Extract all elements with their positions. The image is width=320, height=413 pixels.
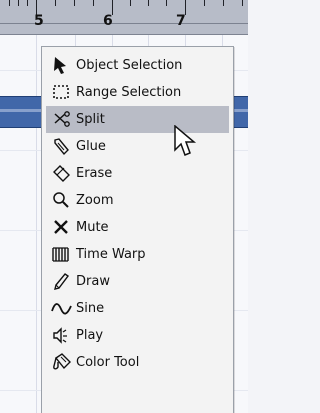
magnifier-icon	[51, 191, 72, 210]
menu-item-glue[interactable]: Glue	[46, 133, 229, 160]
menu-item-label: Mute	[76, 220, 109, 235]
ruler-minor-tick	[93, 0, 94, 6]
menu-item-label: Glue	[76, 139, 106, 154]
ruler-minor-tick	[130, 0, 131, 6]
time-warp-icon	[51, 245, 72, 264]
menu-item-time-warp[interactable]: Time Warp	[46, 241, 229, 268]
glue-tube-icon	[51, 137, 72, 156]
menu-item-object-selection[interactable]: Object Selection	[46, 52, 229, 79]
menu-item-label: Range Selection	[76, 85, 182, 100]
menu-item-zoom[interactable]: Zoom	[46, 187, 229, 214]
ruler-bar-label: 6	[103, 13, 113, 29]
x-mark-icon	[51, 218, 72, 237]
arrow-pointer-icon	[51, 56, 72, 75]
menu-item-label: Sine	[76, 301, 105, 316]
menu-item-erase[interactable]: Erase	[46, 160, 229, 187]
arrange-window: 5 6 7 Object Selection Range Selection S…	[0, 0, 248, 413]
ruler-minor-tick	[74, 0, 75, 6]
pencil-icon	[51, 272, 72, 291]
menu-item-label: Time Warp	[76, 247, 146, 262]
menu-item-label: Zoom	[76, 193, 114, 208]
range-selection-icon	[51, 83, 72, 102]
menu-item-split[interactable]: Split	[46, 106, 229, 133]
menu-item-label: Play	[76, 328, 104, 343]
ruler-bar-label: 7	[176, 13, 186, 29]
mouse-cursor	[173, 125, 197, 157]
menu-item-mute[interactable]: Mute	[46, 214, 229, 241]
sine-wave-icon	[51, 299, 72, 318]
ruler-minor-tick	[18, 0, 19, 6]
menu-item-label: Draw	[76, 274, 110, 289]
ruler-minor-tick	[242, 0, 243, 6]
ruler-minor-tick	[148, 0, 149, 6]
timeline-grid-line	[36, 35, 37, 413]
menu-item-label: Split	[76, 112, 105, 127]
ruler-minor-tick	[204, 0, 205, 6]
ruler-minor-tick	[223, 0, 224, 6]
ruler-bar-label: 5	[34, 13, 44, 29]
speaker-icon	[51, 326, 72, 345]
paint-bucket-icon	[51, 353, 72, 372]
eraser-icon	[51, 164, 72, 183]
menu-item-draw[interactable]: Draw	[46, 268, 229, 295]
scissors-icon	[51, 110, 72, 129]
ruler-minor-tick	[27, 0, 28, 6]
menu-item-sine[interactable]: Sine	[46, 295, 229, 322]
ruler-minor-tick	[9, 0, 10, 6]
menu-item-color-tool[interactable]: Color Tool	[46, 349, 229, 376]
menu-item-label: Color Tool	[76, 355, 140, 370]
tool-context-menu: Object Selection Range Selection Split G…	[41, 46, 234, 413]
ruler-minor-tick	[55, 0, 56, 6]
timeline-ruler[interactable]: 5 6 7	[0, 0, 248, 35]
ruler-minor-tick	[166, 0, 167, 6]
menu-item-label: Object Selection	[76, 58, 183, 73]
menu-item-label: Erase	[76, 166, 113, 181]
menu-item-range-selection[interactable]: Range Selection	[46, 79, 229, 106]
menu-item-play[interactable]: Play	[46, 322, 229, 349]
